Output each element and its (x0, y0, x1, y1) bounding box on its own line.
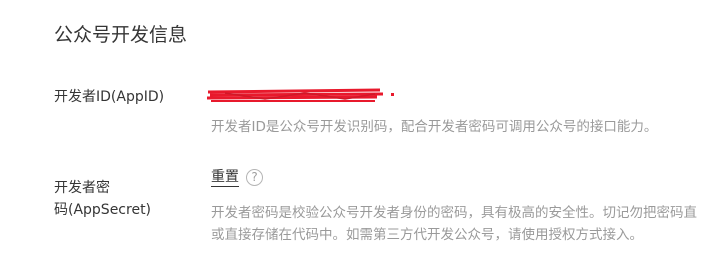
redaction-scribble (206, 88, 394, 102)
appsecret-label-line2: 码(AppSecret) (54, 202, 152, 218)
section-title: 公众号开发信息 (54, 24, 188, 46)
reset-appsecret-link[interactable]: 重置 (211, 168, 239, 187)
appsecret-description-line1: 开发者密码是校验公众号开发者身份的密码，具有极高的安全性。切记勿把密码直 (211, 205, 697, 221)
appid-description: 开发者ID是公众号开发识别码，配合开发者密码可调用公众号的接口能力。 (211, 119, 658, 135)
appid-label: 开发者ID(AppID) (54, 89, 165, 105)
appsecret-description-line2: 或直接存储在代码中。如需第三方代开发公众号，请使用授权方式接入。 (211, 227, 643, 243)
question-circle-icon[interactable]: ? (246, 169, 263, 186)
appsecret-label-line1: 开发者密 (54, 180, 110, 196)
developer-info-panel: 公众号开发信息 开发者ID(AppID) 开发者ID是公众号开发识别码，配合开发… (0, 0, 708, 262)
appid-value-redacted (205, 84, 405, 106)
